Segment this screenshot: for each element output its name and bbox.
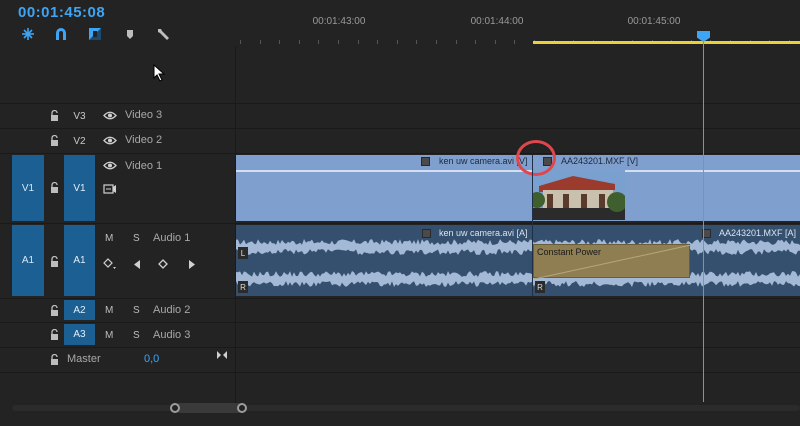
track-target-a2[interactable]: A2 bbox=[64, 300, 95, 320]
lock-icon[interactable] bbox=[50, 109, 59, 124]
snap-icon[interactable] bbox=[20, 26, 36, 42]
marker-icon[interactable] bbox=[122, 26, 138, 42]
master-volume-value[interactable]: 0,0 bbox=[144, 353, 159, 365]
row-separator bbox=[0, 103, 800, 104]
eye-icon[interactable] bbox=[103, 161, 117, 173]
track-target-a3[interactable]: A3 bbox=[64, 324, 95, 345]
ruler-tick bbox=[279, 40, 280, 44]
scrollbar-left-handle[interactable] bbox=[170, 403, 180, 413]
master-track-name: Master bbox=[67, 353, 101, 365]
ruler-tick bbox=[299, 40, 300, 44]
track-name-video1[interactable]: Video 1 bbox=[125, 160, 162, 172]
track-target-v2[interactable]: V2 bbox=[64, 131, 95, 151]
row-separator bbox=[0, 298, 800, 299]
lock-icon[interactable] bbox=[50, 304, 59, 319]
clip-name: ken uw camera.avi [V] bbox=[439, 156, 528, 166]
ruler-tick bbox=[456, 40, 457, 44]
track-name-audio1[interactable]: Audio 1 bbox=[153, 232, 190, 244]
ruler-tick bbox=[495, 40, 496, 44]
channel-label: R bbox=[535, 281, 545, 293]
lock-icon[interactable] bbox=[50, 328, 59, 343]
add-keyframe-icon[interactable] bbox=[158, 259, 168, 272]
keyframe-menu-icon[interactable] bbox=[103, 258, 117, 273]
row-separator bbox=[0, 322, 800, 323]
ruler-tick bbox=[416, 40, 417, 44]
eye-icon[interactable] bbox=[103, 111, 117, 123]
toggle-sync-lock-icon[interactable] bbox=[103, 184, 117, 197]
linked-selection-icon[interactable] bbox=[53, 26, 69, 42]
track-target-v1[interactable]: V1 bbox=[64, 155, 95, 221]
audio-waveform-left bbox=[236, 236, 800, 261]
row-separator bbox=[0, 128, 800, 129]
solo-button[interactable]: S bbox=[133, 330, 140, 341]
ruler-tick bbox=[260, 40, 261, 44]
lock-icon[interactable] bbox=[50, 181, 59, 196]
solo-button[interactable]: S bbox=[133, 305, 140, 316]
row-separator bbox=[0, 372, 800, 373]
ruler-tick bbox=[338, 40, 339, 44]
track-name-audio2[interactable]: Audio 2 bbox=[153, 304, 190, 316]
ruler-tick bbox=[475, 40, 476, 44]
track-target-a1[interactable]: A1 bbox=[64, 225, 95, 296]
ruler-tick bbox=[377, 40, 378, 44]
ruler-tick bbox=[436, 40, 437, 44]
row-separator bbox=[0, 153, 800, 154]
ruler-tick bbox=[318, 40, 319, 44]
clip-name: AA243201.MXF [V] bbox=[561, 156, 639, 166]
ruler-label: 00:01:45:00 bbox=[627, 16, 681, 27]
scrollbar-thumb[interactable] bbox=[175, 403, 243, 413]
previous-keyframe-icon[interactable] bbox=[134, 260, 141, 272]
track-target-v3[interactable]: V3 bbox=[64, 106, 95, 126]
go-to-in-out-icon[interactable] bbox=[216, 350, 228, 363]
fx-badge-icon bbox=[421, 157, 430, 166]
ruler-tick bbox=[358, 40, 359, 44]
mute-button[interactable]: M bbox=[105, 233, 113, 244]
timeline-scrollbar[interactable] bbox=[12, 405, 800, 411]
solo-button[interactable]: S bbox=[133, 233, 140, 244]
ruler-tick bbox=[514, 40, 515, 44]
work-area-bar[interactable] bbox=[533, 41, 800, 44]
row-separator bbox=[0, 223, 800, 224]
channel-label: R bbox=[238, 281, 248, 293]
transition-name: Constant Power bbox=[537, 247, 602, 257]
track-name-video3[interactable]: Video 3 bbox=[125, 109, 162, 121]
audio-waveform-right bbox=[236, 268, 800, 293]
edit-point[interactable] bbox=[532, 155, 533, 296]
clip-thumbnail bbox=[529, 170, 627, 220]
ruler-label: 00:01:43:00 bbox=[312, 16, 366, 27]
wrench-icon[interactable] bbox=[155, 26, 171, 42]
mute-button[interactable]: M bbox=[105, 305, 113, 316]
ruler-tick bbox=[240, 40, 241, 44]
opacity-line[interactable] bbox=[236, 170, 532, 172]
playhead-timecode[interactable]: 00:01:45:08 bbox=[18, 4, 105, 21]
lock-icon[interactable] bbox=[50, 255, 59, 270]
next-keyframe-icon[interactable] bbox=[188, 260, 195, 272]
ruler-tick bbox=[397, 40, 398, 44]
add-marker-icon[interactable] bbox=[87, 26, 103, 42]
track-name-audio3[interactable]: Audio 3 bbox=[153, 329, 190, 341]
mute-button[interactable]: M bbox=[105, 330, 113, 341]
source-patch-a1[interactable]: A1 bbox=[12, 225, 44, 296]
mouse-cursor-icon bbox=[153, 63, 166, 85]
playhead-line bbox=[703, 42, 704, 402]
lock-icon[interactable] bbox=[50, 353, 59, 368]
track-name-video2[interactable]: Video 2 bbox=[125, 134, 162, 146]
row-separator bbox=[0, 347, 800, 348]
channel-label: L bbox=[238, 247, 248, 259]
eye-icon[interactable] bbox=[103, 136, 117, 148]
ruler-label: 00:01:44:00 bbox=[470, 16, 524, 27]
lock-icon[interactable] bbox=[50, 134, 59, 149]
highlight-ring bbox=[516, 140, 556, 176]
scrollbar-right-handle[interactable] bbox=[237, 403, 247, 413]
source-patch-v1[interactable]: V1 bbox=[12, 155, 44, 221]
